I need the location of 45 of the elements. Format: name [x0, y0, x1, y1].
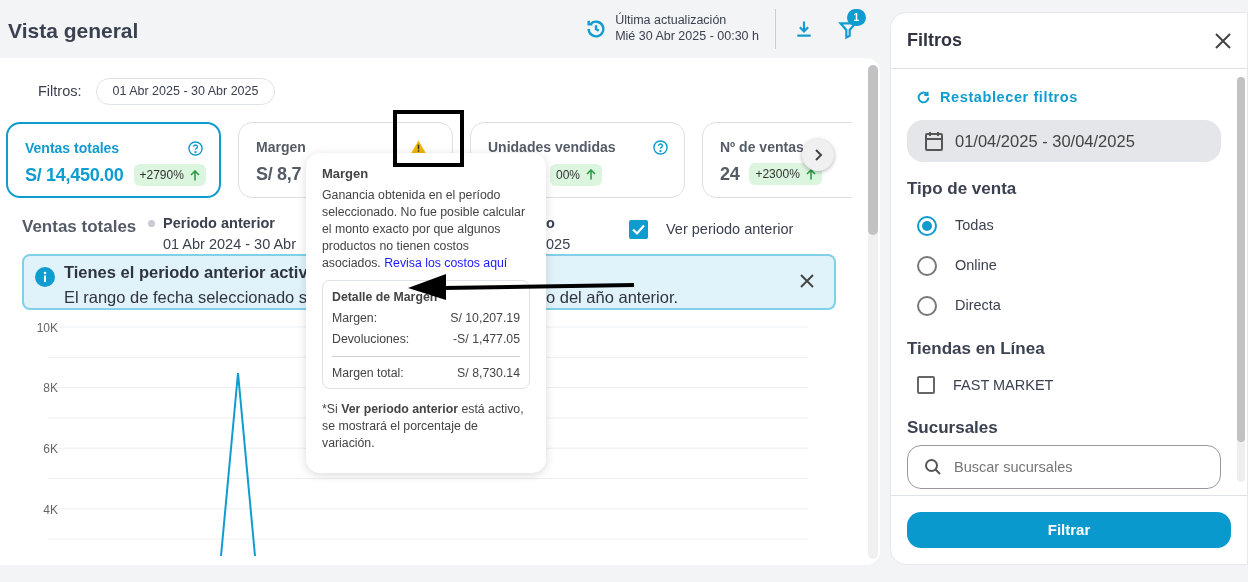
- tooltip-title: Margen: [322, 165, 370, 182]
- option-label: FAST MARKET: [953, 375, 1054, 395]
- detail-label: Margen total:: [332, 365, 404, 382]
- tooltip-note: *Si Ver periodo anterior está activo, se mostrará el porcentaje de variación.: [322, 401, 525, 452]
- legend-label: Periodo anterior: [163, 213, 276, 232]
- card-value: 24: [720, 162, 740, 186]
- option-label: Todas: [955, 216, 994, 235]
- card-title: Ventas totales: [25, 138, 120, 158]
- change-badge: +2790%: [133, 164, 206, 187]
- card-value: S/ 14,450.00: [25, 163, 124, 187]
- y-axis-label: 8K: [43, 380, 58, 398]
- card-title: Unidades vendidas: [488, 137, 616, 157]
- section-title: Sucursales: [907, 417, 999, 440]
- change-badge: 00%: [550, 163, 603, 186]
- chart-title: Ventas totales: [22, 215, 138, 238]
- section-title: Tiendas en Línea: [907, 337, 1046, 360]
- detail-value: S/ 10,207.19: [450, 310, 520, 327]
- detail-label: Devoluciones:: [332, 331, 410, 348]
- y-axis-label: 6K: [43, 440, 58, 458]
- alert-message: o del año anterior.: [546, 286, 679, 308]
- panel-title: Filtros: [907, 29, 962, 52]
- page-title: Vista general: [8, 18, 139, 44]
- change-badge: +2300%: [749, 163, 822, 186]
- alert-message: El rango de fecha seleccionado s: [64, 286, 306, 308]
- detail-value: -S/ 1,477.05: [453, 331, 520, 348]
- y-axis-label: 4K: [43, 501, 58, 519]
- section-title: Tipo de venta: [907, 178, 1018, 201]
- legend-dates: 025: [546, 234, 571, 253]
- update-label: Última actualización: [615, 13, 728, 29]
- detail-title: Detalle de Margen: [332, 289, 439, 306]
- filter-count: 1: [847, 9, 866, 27]
- option-label: Directa: [955, 296, 1001, 315]
- checkbox-label: Ver periodo anterior: [666, 220, 794, 239]
- detail-label: Margen:: [332, 310, 378, 327]
- card-title: Margen: [256, 137, 306, 157]
- card-title: Nº de ventas: [720, 137, 804, 157]
- legend-label: o: [546, 213, 556, 232]
- y-axis-label: 10K: [36, 319, 58, 337]
- update-value: Mié 30 Abr 2025 - 00:30 h: [615, 29, 759, 45]
- alert-title: Tienes el periodo anterior activ: [64, 261, 306, 283]
- option-label: Online: [955, 256, 997, 275]
- filters-label: Filtros:: [38, 81, 82, 101]
- card-value: S/ 8,7: [256, 162, 302, 186]
- detail-value: S/ 8,730.14: [457, 365, 520, 382]
- legend-dates: 01 Abr 2024 - 30 Abr: [163, 234, 296, 253]
